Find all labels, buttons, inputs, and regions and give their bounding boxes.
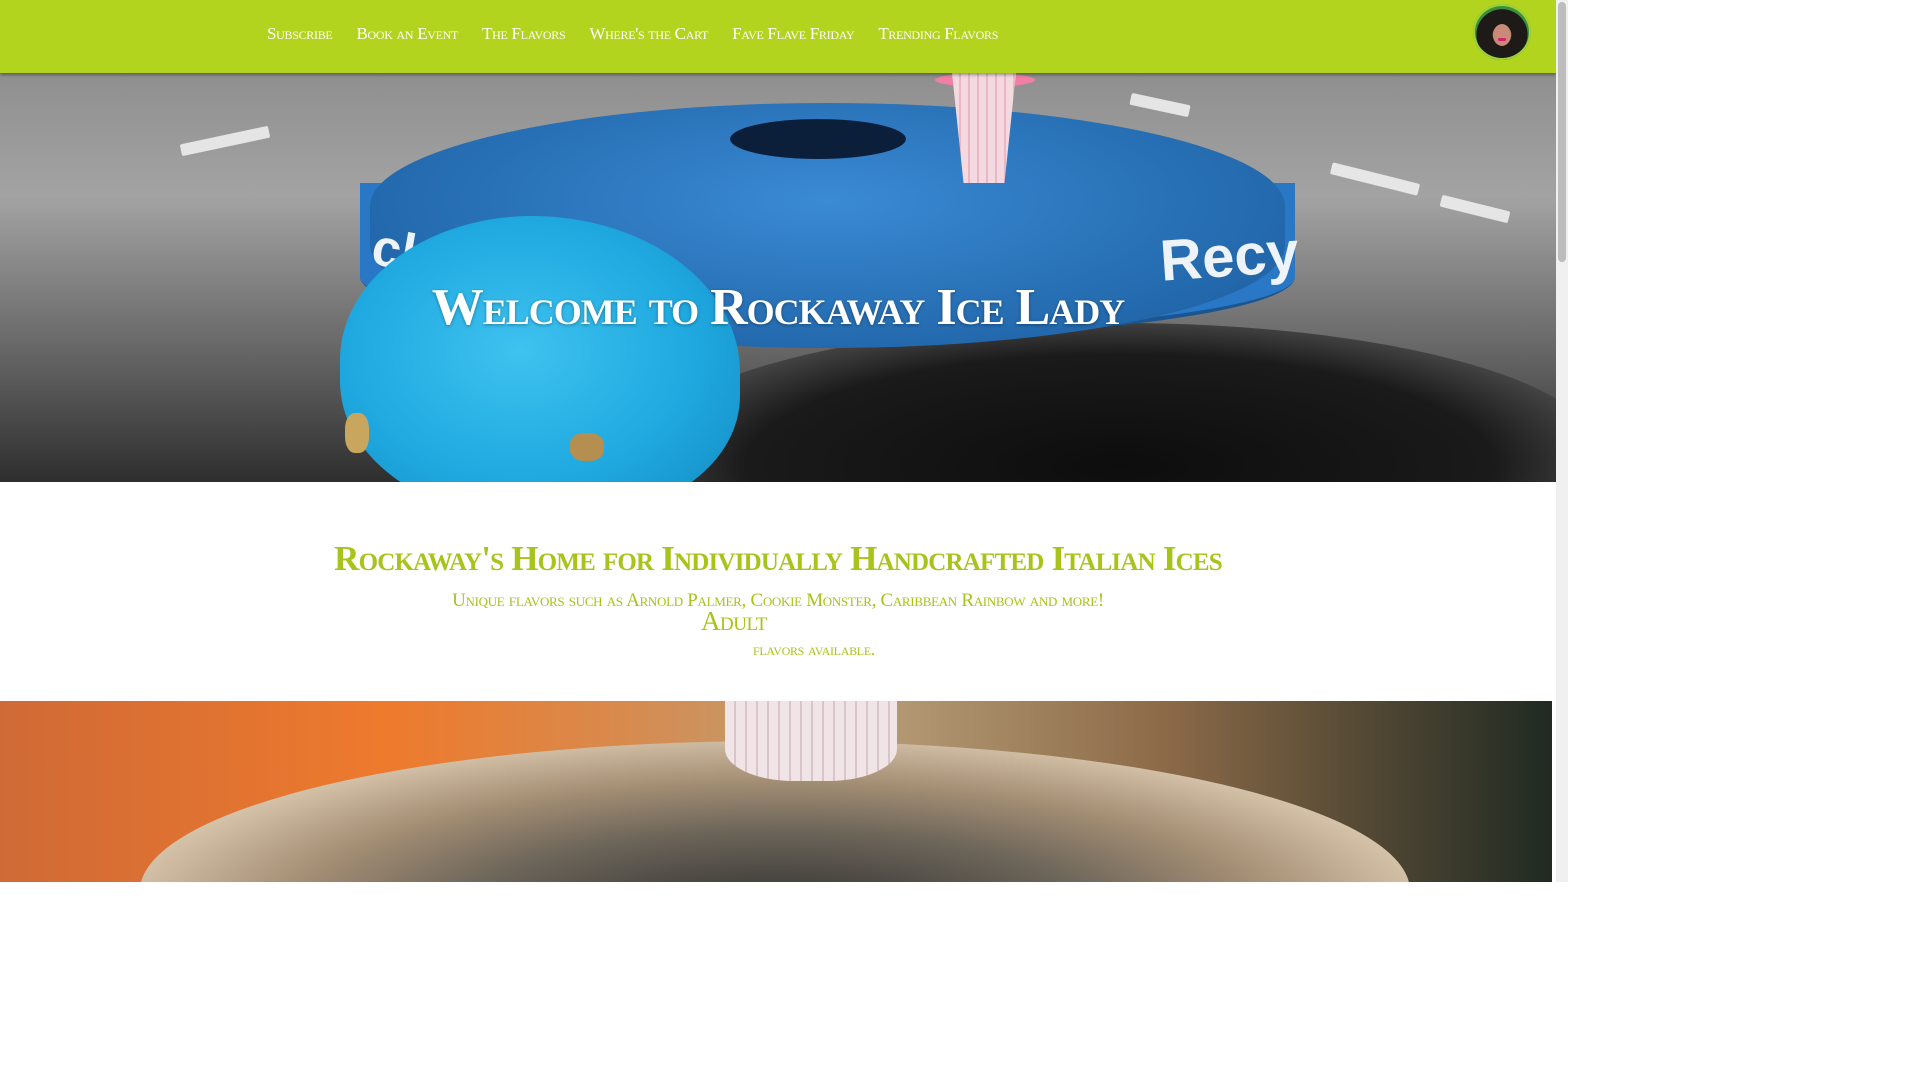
nav-link-the-flavors[interactable]: The Flavors — [482, 24, 566, 44]
lower-photo — [0, 701, 1552, 882]
scrollbar-thumb[interactable] — [1558, 2, 1566, 262]
page: Subscribe Book an Event The Flavors Wher… — [0, 0, 1556, 882]
nav-link-book-an-event[interactable]: Book an Event — [356, 24, 458, 44]
cookie-piece — [345, 413, 369, 453]
tagline-heading: Rockaway's Home for Individually Handcra… — [334, 539, 1223, 579]
logo-face — [1493, 24, 1511, 46]
cookie-piece — [570, 433, 604, 461]
hero-banner: Recy cle Welcome to Rockaway Ice Lady — [0, 73, 1556, 482]
road-marking — [1329, 162, 1421, 196]
nav-link-wheres-the-cart[interactable]: Where's the Cart — [589, 24, 708, 44]
avatar-logo-icon[interactable] — [1473, 4, 1531, 60]
intro-section: Rockaway's Home for Individually Handcra… — [0, 482, 1556, 700]
main-nav: Subscribe Book an Event The Flavors Wher… — [267, 24, 998, 44]
nav-link-subscribe[interactable]: Subscribe — [267, 24, 333, 44]
white-paper-cup — [725, 701, 897, 781]
road-marking — [1129, 92, 1191, 118]
road-marking — [179, 125, 271, 157]
flavors-available-text: flavors available. — [753, 640, 875, 659]
flavors-description: Unique flavors such as Arnold Palmer, Co… — [452, 590, 1104, 611]
nav-link-fave-flave-friday[interactable]: Fave Flave Friday — [732, 24, 855, 44]
hero-title: Welcome to Rockaway Ice Lady — [431, 278, 1126, 336]
top-navbar: Subscribe Book an Event The Flavors Wher… — [0, 0, 1556, 73]
page-scrollbar[interactable] — [1556, 0, 1568, 882]
nav-link-trending-flavors[interactable]: Trending Flavors — [878, 24, 998, 44]
adult-label: Adult — [701, 606, 767, 636]
logo-lips — [1498, 38, 1506, 41]
road-marking — [1439, 194, 1511, 224]
recycle-bin-hole — [730, 119, 906, 159]
